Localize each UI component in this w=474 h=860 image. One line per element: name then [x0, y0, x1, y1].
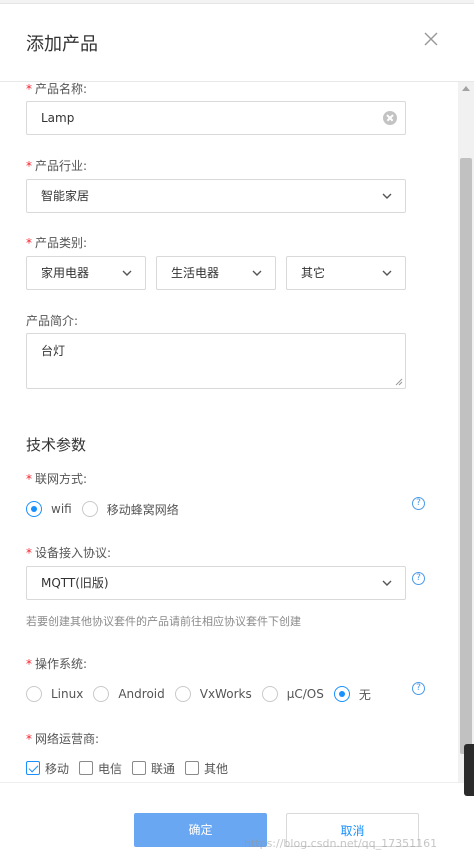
- close-icon[interactable]: [420, 28, 442, 50]
- industry-select[interactable]: 智能家居: [26, 179, 406, 213]
- clear-input-icon[interactable]: [383, 111, 397, 125]
- protocol-select[interactable]: MQTT(旧版): [26, 566, 406, 600]
- checkbox-option-other[interactable]: 其他: [185, 760, 228, 777]
- radio-button[interactable]: [26, 501, 42, 517]
- radio-option-android[interactable]: Android: [93, 686, 165, 702]
- checkbox-option-unicom[interactable]: 联通: [132, 760, 175, 777]
- checkbox[interactable]: [132, 761, 147, 775]
- category-level1-select[interactable]: 家用电器: [26, 256, 146, 290]
- scrollbar-thumb[interactable]: [460, 158, 472, 754]
- dialog-title: 添加产品: [26, 34, 98, 55]
- protocol-label: * 设备接入协议:: [26, 546, 112, 560]
- carrier-label: * 网络运营商:: [26, 732, 100, 746]
- chevron-down-icon: [382, 580, 392, 586]
- checkbox[interactable]: [185, 761, 200, 775]
- network-radio-group: wifi 移动蜂窝网络: [26, 500, 189, 518]
- chevron-down-icon: [252, 270, 262, 276]
- category-level3-select[interactable]: 其它: [286, 256, 406, 290]
- description-label: 产品简介:: [26, 314, 79, 328]
- product-name-label: * 产品名称:: [26, 82, 88, 96]
- side-floating-tab[interactable]: [464, 744, 474, 796]
- help-icon[interactable]: ?: [412, 572, 425, 585]
- resize-grip-icon[interactable]: [395, 378, 403, 386]
- vertical-scrollbar[interactable]: [458, 82, 474, 782]
- carrier-checkbox-group: 移动 电信 联通 其他: [26, 759, 238, 777]
- checkbox[interactable]: [26, 761, 40, 775]
- checkbox-option-mobile[interactable]: 移动: [26, 760, 69, 777]
- radio-button[interactable]: [81, 501, 98, 517]
- dialog-header: 添加产品: [0, 4, 474, 82]
- radio-button[interactable]: [261, 686, 278, 702]
- watermark-text: https://blog.csdn.net/qq_17351161: [244, 837, 438, 850]
- os-radio-group: Linux Android VxWorks μC/OS 无: [26, 685, 381, 703]
- checkbox-option-telecom[interactable]: 电信: [79, 760, 122, 777]
- help-icon[interactable]: ?: [412, 497, 425, 510]
- radio-button[interactable]: [93, 686, 110, 702]
- radio-option-linux[interactable]: Linux: [26, 686, 83, 702]
- radio-option-none[interactable]: 无: [333, 686, 371, 703]
- category-level2-select[interactable]: 生活电器: [156, 256, 276, 290]
- chevron-down-icon: [122, 270, 132, 276]
- category-label: * 产品类别:: [26, 236, 88, 250]
- chevron-down-icon: [382, 270, 392, 276]
- scroll-up-arrow-icon[interactable]: [462, 86, 470, 91]
- radio-button[interactable]: [333, 686, 350, 702]
- form-scroll-area[interactable]: * 产品名称: Lamp * 产品行业: 智能家居 * 产品类别: 家用电器 生活电器…: [0, 82, 458, 782]
- radio-button[interactable]: [174, 686, 191, 702]
- description-textarea[interactable]: 台灯: [26, 333, 406, 389]
- os-label: * 操作系统:: [26, 657, 88, 671]
- radio-option-wifi[interactable]: wifi: [26, 501, 72, 517]
- radio-option-cellular[interactable]: 移动蜂窝网络: [81, 501, 179, 518]
- network-label: * 联网方式:: [26, 472, 88, 486]
- product-name-input[interactable]: Lamp: [26, 101, 406, 135]
- radio-option-vxworks[interactable]: VxWorks: [174, 686, 252, 702]
- radio-option-ucos[interactable]: μC/OS: [261, 686, 324, 702]
- checkbox[interactable]: [79, 761, 94, 775]
- dialog-footer: 确定 取消 https://blog.csdn.net/qq_17351161: [0, 782, 474, 860]
- tech-params-heading: 技术参数: [26, 436, 87, 454]
- chevron-down-icon: [382, 193, 392, 199]
- protocol-hint: 若要创建其他协议套件的产品请前往相应协议套件下创建: [26, 615, 301, 628]
- radio-button[interactable]: [26, 686, 42, 702]
- help-icon[interactable]: ?: [412, 682, 425, 695]
- industry-label: * 产品行业:: [26, 159, 88, 173]
